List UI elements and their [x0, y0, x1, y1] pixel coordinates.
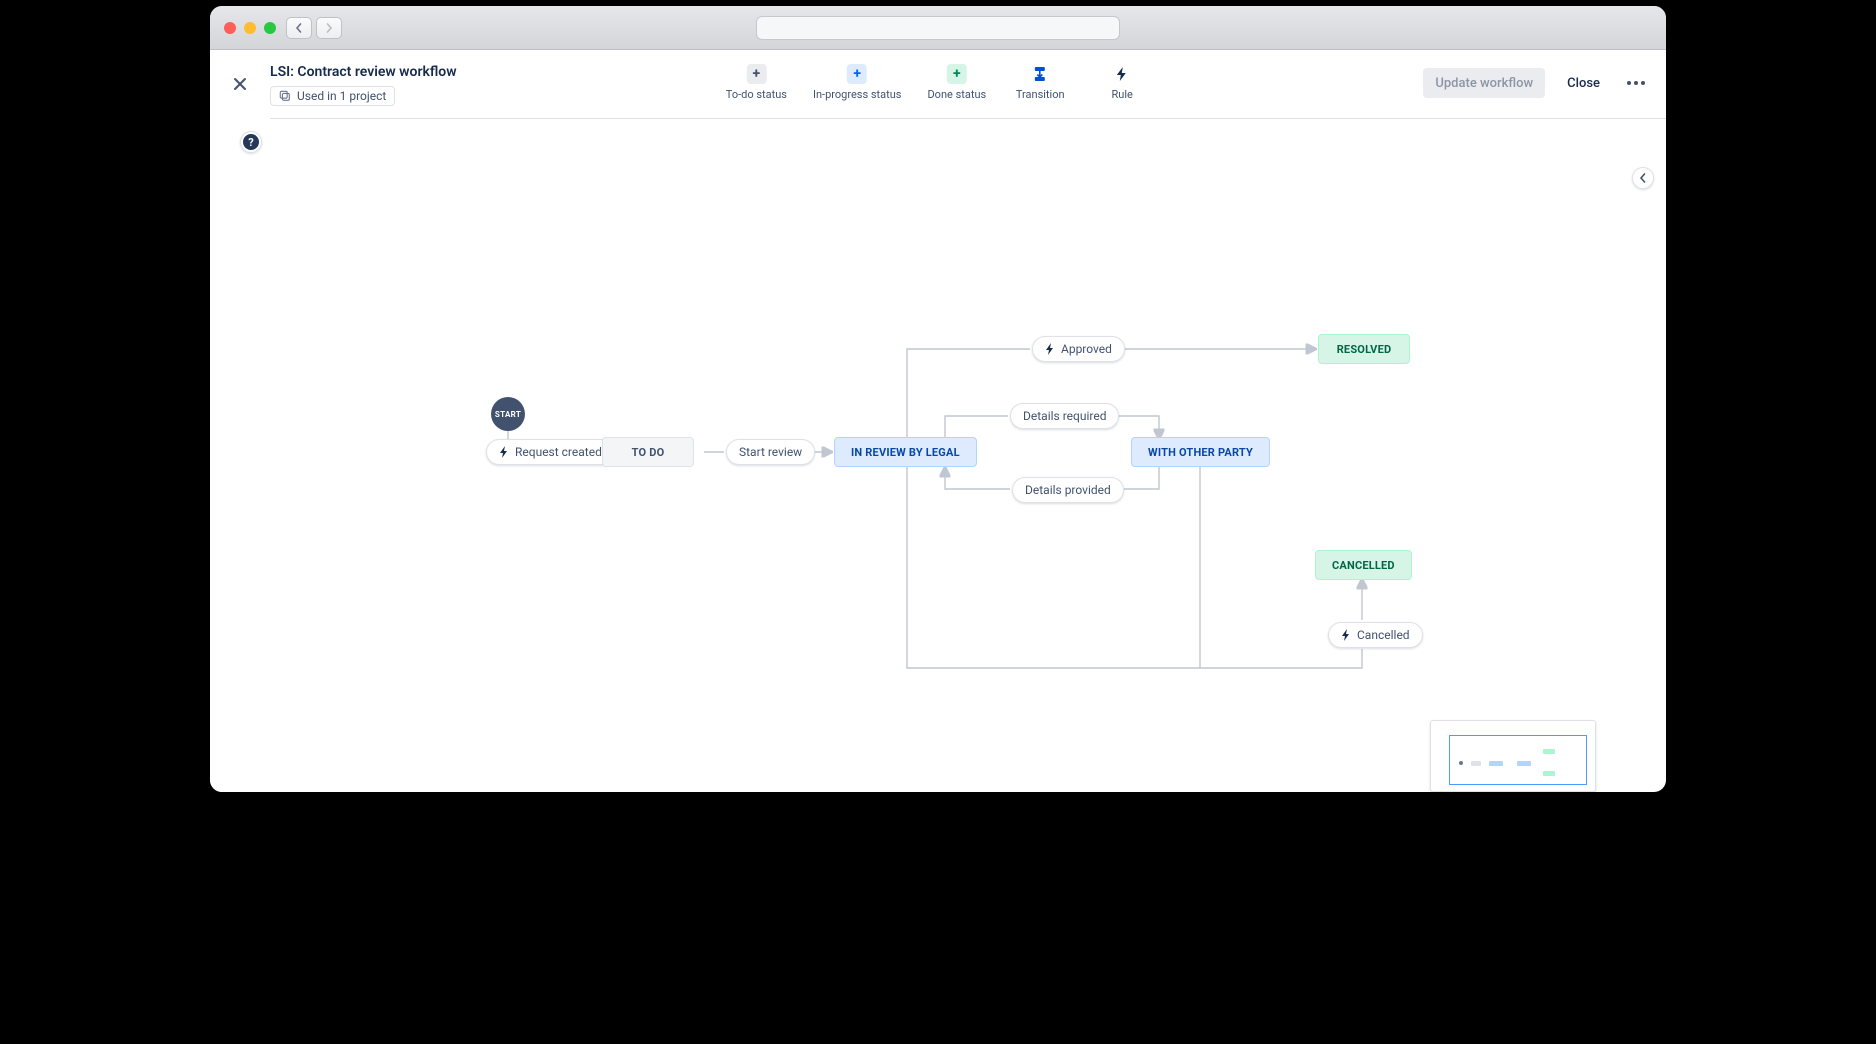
transition-details-provided[interactable]: Details provided [1012, 477, 1124, 503]
transition-start-review[interactable]: Start review [726, 439, 815, 465]
editor-header: LSI: Contract review workflow Used in 1 … [210, 50, 1666, 118]
ellipsis-icon [1627, 81, 1645, 85]
close-button[interactable]: Close [1555, 68, 1612, 98]
start-node[interactable]: START [491, 397, 525, 431]
editor-exit-button[interactable] [226, 70, 254, 98]
app-window: LSI: Contract review workflow Used in 1 … [210, 6, 1666, 792]
bolt-icon [1112, 64, 1132, 84]
plus-icon: + [947, 64, 967, 84]
status-label: IN REVIEW BY LEGAL [851, 446, 960, 459]
window-close-dot[interactable] [224, 22, 236, 34]
usage-chip[interactable]: Used in 1 project [270, 86, 395, 106]
status-label: WITH OTHER PARTY [1148, 446, 1253, 459]
transition-details-required[interactable]: Details required [1010, 403, 1119, 429]
browser-url-bar[interactable] [756, 16, 1120, 40]
add-transition-button[interactable]: Transition [1012, 64, 1068, 101]
minimap-blip [1517, 761, 1531, 766]
tool-label: Rule [1112, 88, 1133, 101]
tool-label: Transition [1016, 88, 1065, 101]
transition-approved[interactable]: Approved [1032, 336, 1125, 362]
window-traffic-lights [224, 22, 276, 34]
tool-label: In-progress status [813, 88, 902, 101]
page-title: LSI: Contract review workflow [270, 64, 457, 80]
bolt-icon [499, 446, 509, 458]
button-label: Close [1567, 76, 1600, 91]
tool-label: Done status [927, 88, 986, 101]
transition-icon [1030, 64, 1050, 84]
status-label: CANCELLED [1332, 559, 1395, 572]
minimap-blip [1543, 771, 1555, 776]
window-minimize-dot[interactable] [244, 22, 256, 34]
plus-icon: + [746, 64, 766, 84]
update-workflow-button[interactable]: Update workflow [1423, 68, 1545, 98]
more-menu-button[interactable] [1622, 69, 1650, 97]
header-divider [270, 118, 1666, 119]
chevron-left-icon [1639, 173, 1647, 183]
question-icon: ? [243, 134, 259, 150]
back-button[interactable] [286, 17, 312, 39]
transition-cancelled[interactable]: Cancelled [1328, 622, 1423, 648]
transition-label: Cancelled [1357, 628, 1410, 642]
workflow-canvas[interactable]: ? [210, 121, 1642, 792]
add-done-status-button[interactable]: + Done status [927, 64, 986, 101]
chevron-left-icon [294, 23, 304, 33]
status-label: RESOLVED [1337, 343, 1392, 356]
status-label: TO DO [632, 446, 665, 459]
status-with-other-party[interactable]: WITH OTHER PARTY [1131, 437, 1270, 467]
transition-label: Request created [515, 445, 602, 459]
transition-label: Start review [739, 445, 802, 459]
browser-nav [286, 17, 342, 39]
minimap-blip [1471, 761, 1481, 766]
status-resolved[interactable]: RESOLVED [1318, 334, 1410, 364]
window-zoom-dot[interactable] [264, 22, 276, 34]
usage-chip-label: Used in 1 project [297, 89, 386, 103]
editor-toolbar: + To-do status + In-progress status + Do… [726, 64, 1150, 101]
add-todo-status-button[interactable]: + To-do status [726, 64, 787, 101]
close-icon [232, 76, 248, 92]
add-inprogress-status-button[interactable]: + In-progress status [813, 64, 902, 101]
window-titlebar [210, 6, 1666, 50]
minimap-blip [1489, 761, 1503, 766]
transition-label: Details provided [1025, 483, 1111, 497]
transition-label: Details required [1023, 409, 1106, 423]
copy-icon [279, 90, 291, 102]
plus-icon: + [847, 64, 867, 84]
add-rule-button[interactable]: Rule [1094, 64, 1150, 101]
chevron-right-icon [324, 23, 334, 33]
button-label: Update workflow [1435, 76, 1533, 91]
status-todo[interactable]: TO DO [602, 437, 694, 467]
transition-request-created[interactable]: Request created [486, 439, 615, 465]
bolt-icon [1045, 343, 1055, 355]
status-in-review-by-legal[interactable]: IN REVIEW BY LEGAL [834, 437, 977, 467]
status-cancelled[interactable]: CANCELLED [1315, 550, 1412, 580]
forward-button[interactable] [316, 17, 342, 39]
minimap[interactable] [1430, 720, 1596, 792]
tool-label: To-do status [726, 88, 787, 101]
panel-toggle-button[interactable] [1632, 167, 1654, 189]
bolt-icon [1341, 629, 1351, 641]
help-button[interactable]: ? [240, 131, 262, 153]
minimap-viewport[interactable] [1449, 735, 1587, 785]
transition-label: Approved [1061, 342, 1112, 356]
start-label: START [495, 410, 521, 419]
minimap-blip [1543, 749, 1555, 754]
minimap-blip [1459, 761, 1463, 765]
